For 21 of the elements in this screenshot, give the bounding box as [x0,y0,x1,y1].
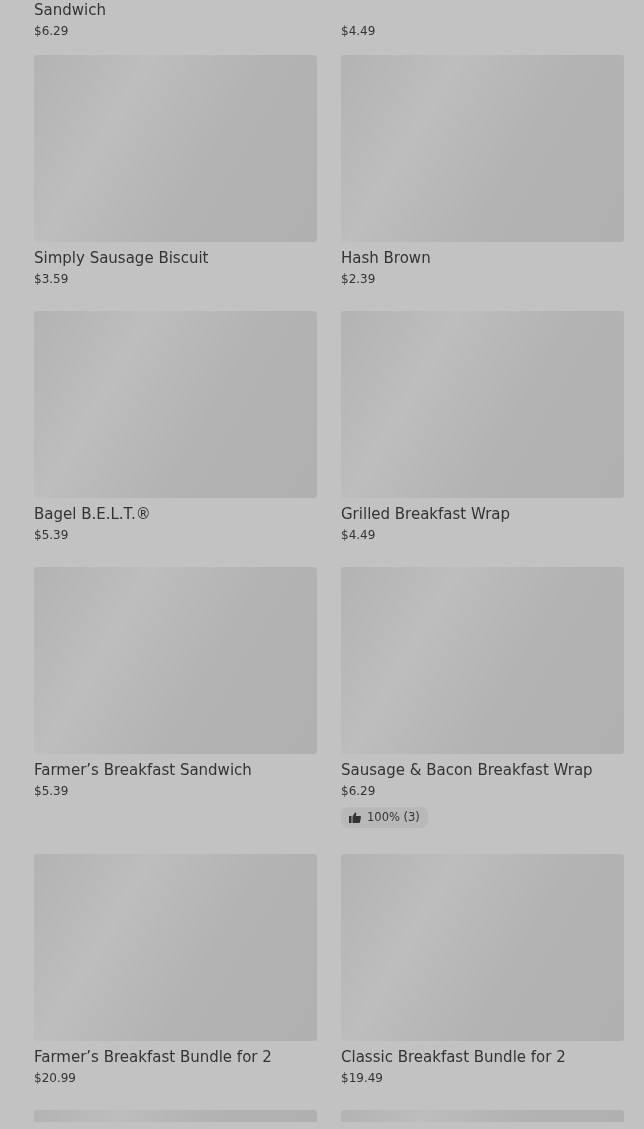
item-name: Farmer’s Breakfast Bundle for 2 [34,1047,273,1068]
item-name: Simply Sausage Biscuit [34,248,210,268]
item-price: $2.39 [341,271,377,287]
item-name: Hash Brown [341,248,432,268]
item-price: $5.39 [34,783,70,799]
item-name: Classic Breakfast Bundle for 2 [341,1047,567,1068]
item-name: Grilled Breakfast Wrap [341,504,512,524]
item-price: $3.59 [34,271,70,287]
item-price: $4.49 [341,23,377,39]
item-price: $4.49 [341,527,377,543]
rating-badge: 100% (3) [341,807,428,829]
item-name: Sausage & Bacon Breakfast Wrap [341,760,594,780]
thumbs-up-icon [349,812,361,824]
item-name: Sandwich [34,0,107,20]
item-price: $19.49 [341,1070,384,1087]
item-name: Farmer’s Breakfast Sandwich [34,760,253,780]
item-price: $20.99 [34,1070,77,1087]
item-price: $6.29 [34,23,70,39]
item-price: $6.29 [341,783,377,799]
item-name: Bagel B.E.L.T.® [34,504,152,524]
item-price: $5.39 [34,527,70,543]
